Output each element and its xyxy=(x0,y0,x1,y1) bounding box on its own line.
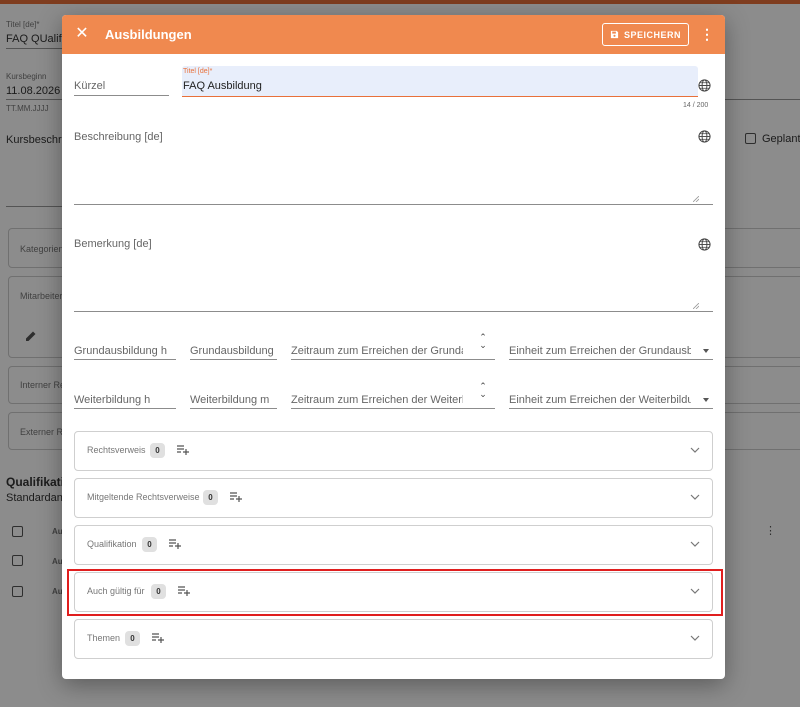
beschreibung-field[interactable]: Beschreibung [de] xyxy=(74,125,713,205)
globe-icon[interactable] xyxy=(698,130,711,143)
close-icon[interactable]: ✕ xyxy=(72,24,92,44)
dialog-title: Ausbildungen xyxy=(105,27,192,42)
title-field-value: FAQ Ausbildung xyxy=(183,80,262,92)
panel-title: Qualifikation xyxy=(87,539,137,549)
grundausbildung-m-field[interactable]: Grundausbildung m xyxy=(190,340,277,360)
zeitraum-grundausbildung-label: Zeitraum zum Erreichen der Grundausbildu… xyxy=(291,345,463,357)
panel-qualifikation[interactable]: Qualifikation 0 xyxy=(74,525,713,565)
weiterbildung-h-label: Weiterbildung h xyxy=(74,394,151,406)
grundausbildung-h-label: Grundausbildung h xyxy=(74,345,167,357)
weiterbildung-m-field[interactable]: Weiterbildung m xyxy=(190,389,277,409)
grundausbildung-m-label: Grundausbildung m xyxy=(190,345,277,357)
save-button[interactable]: SPEICHERN xyxy=(602,23,689,46)
panel-rechtsverweis[interactable]: Rechtsverweis 0 xyxy=(74,431,713,471)
beschreibung-label: Beschreibung [de] xyxy=(74,131,163,143)
highlight-box xyxy=(67,569,723,616)
chevron-down-icon xyxy=(690,635,700,641)
count-badge: 0 xyxy=(142,537,157,552)
globe-icon[interactable] xyxy=(698,79,711,92)
panel-title: Mitgeltende Rechtsverweise xyxy=(87,492,200,502)
zeitraum-weiterbildung-stepper[interactable]: ⌃ ⌄ xyxy=(478,382,488,399)
bemerkung-field[interactable]: Bemerkung [de] xyxy=(74,232,713,312)
weiterbildung-m-label: Weiterbildung m xyxy=(190,394,270,406)
chevron-down-icon xyxy=(690,494,700,500)
dropdown-arrow-icon xyxy=(703,349,709,353)
einheit-grundausbildung-select[interactable]: Einheit zum Erreichen der Grundausbildun… xyxy=(509,340,713,360)
weiterbildung-h-field[interactable]: Weiterbildung h xyxy=(74,389,176,409)
dialog-header: ✕ Ausbildungen SPEICHERN ⋮ xyxy=(62,15,725,54)
panel-mitgeltende-rechtsverweise[interactable]: Mitgeltende Rechtsverweise 0 xyxy=(74,478,713,518)
zeitraum-weiterbildung-field[interactable]: Zeitraum zum Erreichen der Weiterbildung xyxy=(291,389,495,409)
title-field[interactable]: Titel [de]* FAQ Ausbildung xyxy=(182,66,698,97)
einheit-weiterbildung-label: Einheit zum Erreichen der Weiterbildung xyxy=(509,394,691,406)
panel-title: Themen xyxy=(87,633,121,643)
title-char-counter: 14 / 200 xyxy=(683,102,709,109)
count-badge: 0 xyxy=(150,443,165,458)
einheit-grundausbildung-label: Einheit zum Erreichen der Grundausbildun… xyxy=(509,345,691,357)
einheit-weiterbildung-select[interactable]: Einheit zum Erreichen der Weiterbildung xyxy=(509,389,713,409)
bemerkung-label: Bemerkung [de] xyxy=(74,238,152,250)
playlist-add-icon[interactable] xyxy=(229,491,243,503)
save-button-label: SPEICHERN xyxy=(623,29,681,40)
kuerzel-field[interactable]: Kürzel xyxy=(74,70,169,96)
grundausbildung-h-field[interactable]: Grundausbildung h xyxy=(74,340,176,360)
zeitraum-weiterbildung-label: Zeitraum zum Erreichen der Weiterbildung xyxy=(291,394,463,406)
playlist-add-icon[interactable] xyxy=(168,538,182,550)
zeitraum-grundausbildung-stepper[interactable]: ⌃ ⌄ xyxy=(478,333,488,350)
resize-handle-icon[interactable] xyxy=(693,303,699,309)
globe-icon[interactable] xyxy=(698,238,711,251)
playlist-add-icon[interactable] xyxy=(151,632,165,644)
panel-title: Rechtsverweis xyxy=(87,445,146,455)
dropdown-arrow-icon xyxy=(703,398,709,402)
playlist-add-icon[interactable] xyxy=(176,444,190,456)
title-field-label: Titel [de]* xyxy=(183,68,213,75)
count-badge: 0 xyxy=(125,631,140,646)
chevron-down-icon xyxy=(690,447,700,453)
chevron-down-icon xyxy=(690,541,700,547)
save-icon xyxy=(610,30,619,39)
panel-themen[interactable]: Themen 0 xyxy=(74,619,713,659)
zeitraum-grundausbildung-field[interactable]: Zeitraum zum Erreichen der Grundausbildu… xyxy=(291,340,495,360)
kuerzel-label: Kürzel xyxy=(74,80,106,92)
resize-handle-icon[interactable] xyxy=(693,196,699,202)
more-vert-icon[interactable]: ⋮ xyxy=(700,24,714,44)
count-badge: 0 xyxy=(203,490,218,505)
